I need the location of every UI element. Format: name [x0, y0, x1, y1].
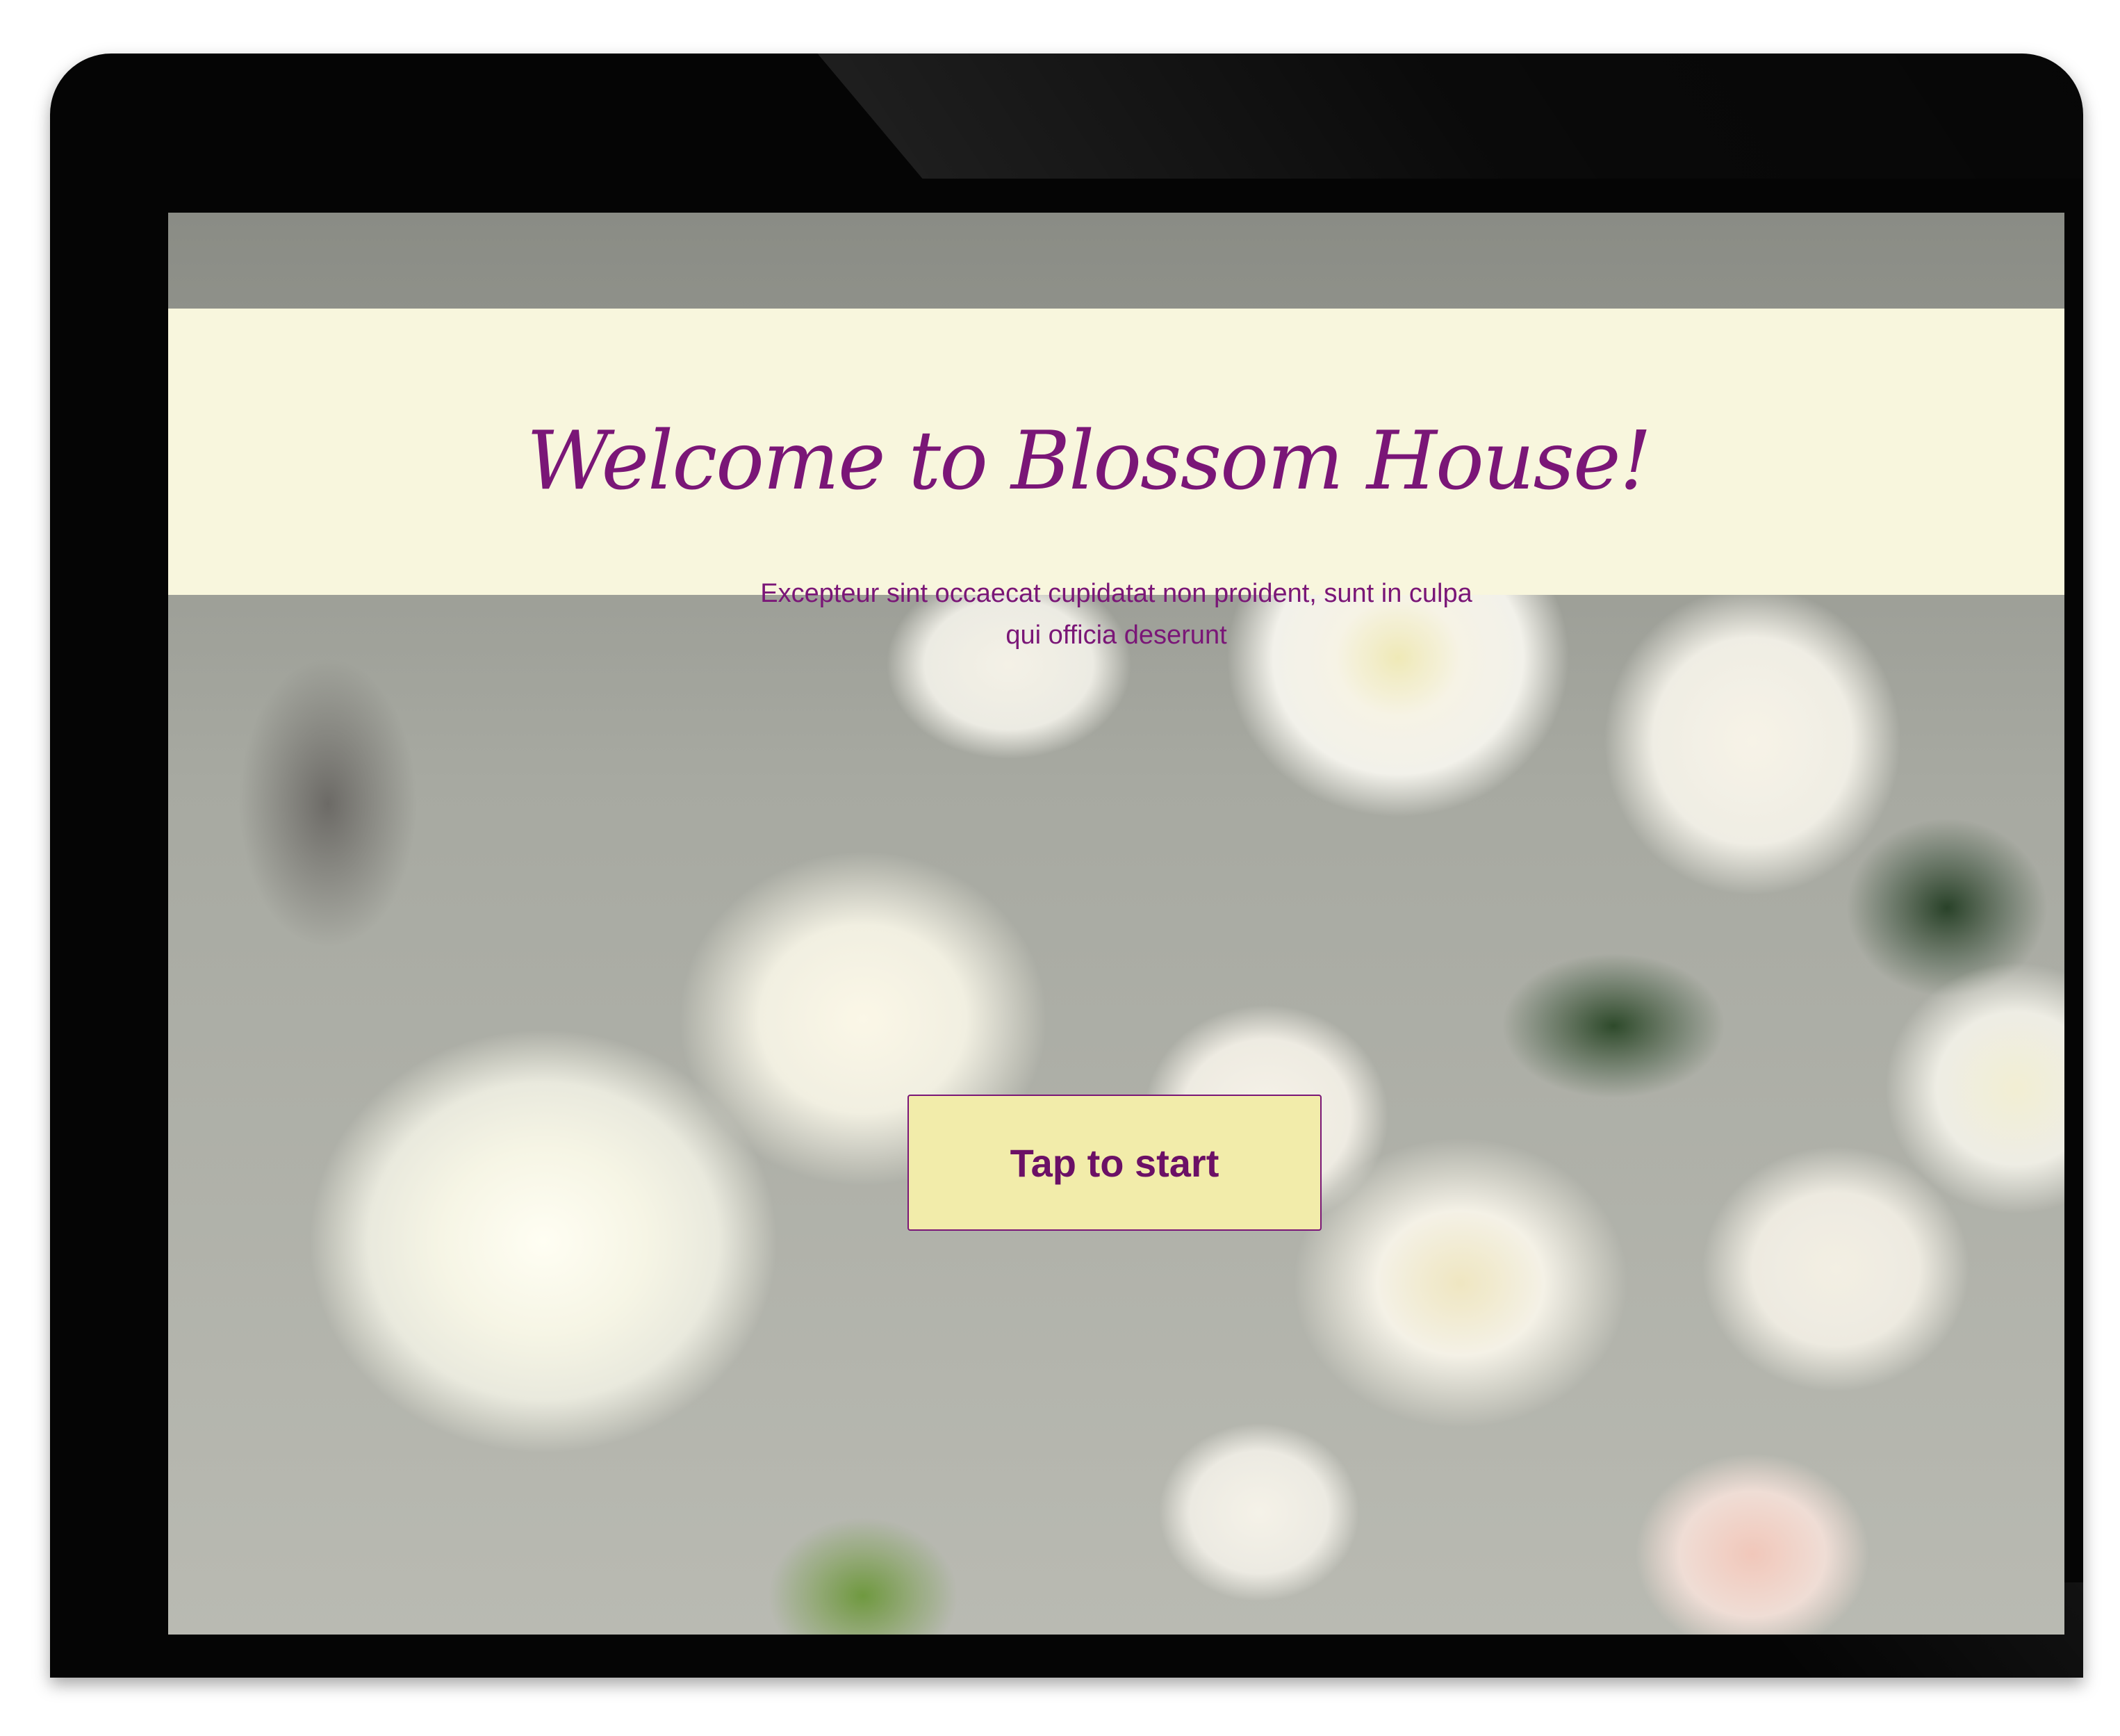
- frame-glare: [817, 54, 2083, 179]
- page-subtitle: Excepteur sint occaecat cupidatat non pr…: [760, 579, 1472, 650]
- welcome-header: Welcome to Blossom House! Excepteur sint…: [168, 309, 2064, 650]
- page-title: Welcome to Blossom House!: [526, 414, 1652, 508]
- tap-to-start-button[interactable]: Tap to start: [907, 1095, 1322, 1231]
- screen: Welcome to Blossom House! Excepteur sint…: [168, 213, 2064, 1635]
- device-frame: Welcome to Blossom House! Excepteur sint…: [50, 54, 2083, 1678]
